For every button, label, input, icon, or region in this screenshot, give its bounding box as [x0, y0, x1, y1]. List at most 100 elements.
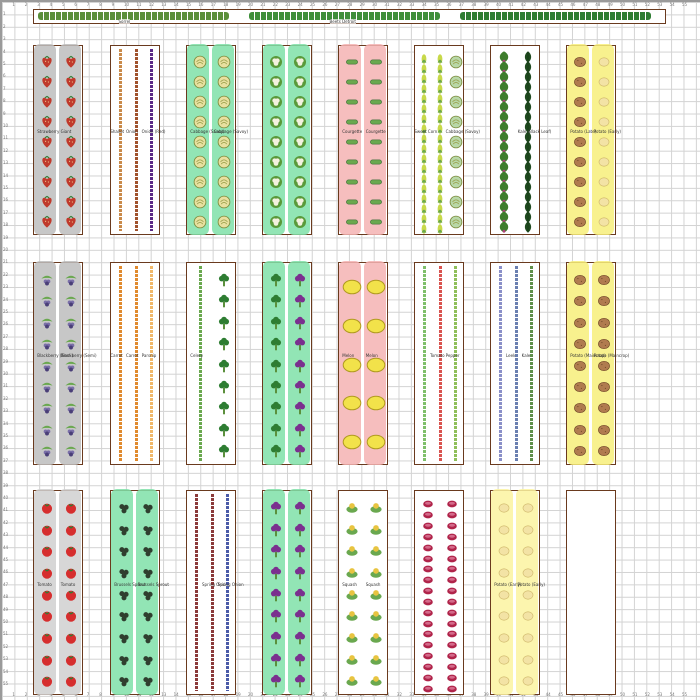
garden-bed[interactable]: Shallot Onion Onion (Red)	[110, 45, 165, 235]
ruler-tick-top: 26	[322, 2, 328, 7]
garden-bed[interactable]: Potato (Early) Potato (Early)	[490, 489, 545, 695]
ruler-tick-bottom: 13	[161, 692, 167, 697]
garden-bed[interactable]: Potato (Maincrop) Potato (Maincrop)	[566, 261, 629, 465]
cabbage-icon	[217, 194, 231, 213]
garden-bed[interactable]	[262, 489, 312, 695]
plant-row-line	[438, 266, 442, 461]
garden-bed[interactable]	[262, 44, 312, 235]
ruler-tick-left: 41	[3, 507, 9, 513]
garden-bed[interactable]: Blackberry (Semi) Blackberry (Semi)	[33, 261, 97, 465]
broccoli-icon	[269, 358, 283, 377]
broccoli-purple-icon	[269, 652, 283, 671]
potato-light-icon	[521, 673, 535, 692]
kale-icon	[497, 219, 511, 238]
garden-bed[interactable]: Tomato Pepper	[414, 262, 464, 465]
garden-bed[interactable]: Leek Kale	[490, 262, 540, 465]
plant-label: Squash	[342, 581, 357, 587]
potato-light-icon	[521, 652, 535, 671]
broccoli-purple-icon	[293, 315, 307, 334]
ruler-tick-bottom: 14	[173, 692, 179, 697]
blackberry-icon	[64, 400, 78, 419]
broccoli-icon	[269, 379, 283, 398]
garden-bed[interactable]: Kale (Black Leaf)	[490, 45, 551, 238]
cabbage-icon	[217, 174, 231, 193]
ruler-tick-bottom: 54	[669, 692, 675, 697]
broccoli-purple-icon	[269, 522, 283, 541]
broccoli-icon	[269, 293, 283, 312]
zucchini-icon	[369, 94, 383, 113]
squash-icon	[345, 630, 359, 649]
garden-bed[interactable]	[566, 490, 616, 695]
garden-bed[interactable]: Celery	[186, 262, 236, 465]
melon-icon	[342, 355, 362, 379]
ruler-tick-left: 48	[3, 594, 9, 600]
garden-bed[interactable]: Spring Onion Spring Onion	[186, 490, 244, 695]
zucchini-icon	[369, 194, 383, 213]
ruler-tick-left: 47	[3, 581, 9, 587]
ruler-tick-top: 16	[198, 2, 204, 7]
garden-bed[interactable]	[414, 490, 464, 695]
broccoli-purple-icon	[293, 400, 307, 419]
squash-icon	[369, 630, 383, 649]
cauliflower-icon	[269, 194, 283, 213]
ruler-tick-top: 53	[657, 2, 663, 7]
sprout-icon	[117, 587, 131, 606]
potato-light-icon	[497, 673, 511, 692]
broccoli-icon	[217, 443, 231, 462]
sprout-icon	[141, 673, 155, 692]
garden-bed[interactable]: Tomato Tomato	[33, 489, 83, 695]
garden-bed[interactable]: Strawberry Giant	[33, 44, 83, 235]
blackberry-icon	[40, 315, 54, 334]
ruler-tick-left: 52	[3, 643, 9, 649]
ruler-tick-left: 16	[3, 197, 9, 203]
ruler-tick-top: 19	[235, 2, 241, 7]
tomato-icon	[64, 652, 78, 671]
ruler-tick-top: 11	[136, 2, 142, 7]
blackberry-icon	[40, 422, 54, 441]
ruler-tick-top: 40	[496, 2, 502, 7]
sprout-icon	[141, 500, 155, 519]
broccoli-purple-icon	[293, 379, 307, 398]
broccoli-purple-icon	[293, 673, 307, 692]
plant-label: Tomato	[430, 352, 445, 358]
garden-bed[interactable]: Melon Melon	[338, 261, 388, 465]
ruler-tick-left: 14	[3, 172, 9, 178]
ruler-tick-top: 27	[334, 2, 340, 7]
potato-icon	[597, 379, 611, 398]
cabbage-icon	[217, 54, 231, 73]
ruler-tick-bottom: 55	[682, 692, 688, 697]
cauliflower-icon	[293, 134, 307, 153]
potato-icon	[573, 194, 587, 213]
garden-bed[interactable]: Carrot Carrot Parsnip	[110, 262, 160, 465]
garden-bed[interactable]	[262, 261, 312, 465]
ruler-tick-top: 34	[421, 2, 427, 7]
garden-bed[interactable]: Brussels Sprout Brussels Sprout	[110, 489, 169, 695]
garden-bed[interactable]: Cabbage (Savoy) Cabbage (Savoy)	[186, 44, 248, 235]
garden-bed[interactable]: Courgette Courgette	[338, 44, 388, 235]
tomato-icon	[64, 522, 78, 541]
plant-label: Pepper	[445, 352, 460, 358]
potato-light-icon	[521, 500, 535, 519]
zucchini-icon	[345, 194, 359, 213]
sprout-icon	[141, 608, 155, 627]
potato-icon	[573, 54, 587, 73]
garden-bed[interactable]: Sweet Corn Cabbage (Savoy)	[414, 45, 480, 235]
tomato-icon	[40, 673, 54, 692]
ruler-tick-top: 30	[372, 2, 378, 7]
top-border-bed[interactable]: Sorrel Beets Detroit	[33, 9, 666, 24]
ruler-tick-top: 21	[260, 2, 266, 7]
ruler-tick-left: 25	[3, 309, 9, 314]
potato-icon	[597, 293, 611, 312]
cabbage-icon	[193, 174, 207, 193]
cabbage-icon	[449, 174, 463, 193]
garden-bed[interactable]: Potato (Late) Potato (Early)	[566, 44, 621, 235]
strawberry-icon	[64, 74, 78, 93]
ruler-tick-top: 14	[173, 2, 179, 7]
garden-bed[interactable]: Squash Squash	[338, 490, 388, 695]
garden-plan-canvas[interactable]: 1112223334445556667778889991010101111111…	[0, 0, 700, 700]
squash-icon	[369, 522, 383, 541]
cauliflower-icon	[269, 174, 283, 193]
melon-icon	[342, 432, 362, 456]
ruler-tick-top: 41	[508, 2, 514, 7]
potato-light-icon	[497, 543, 511, 562]
